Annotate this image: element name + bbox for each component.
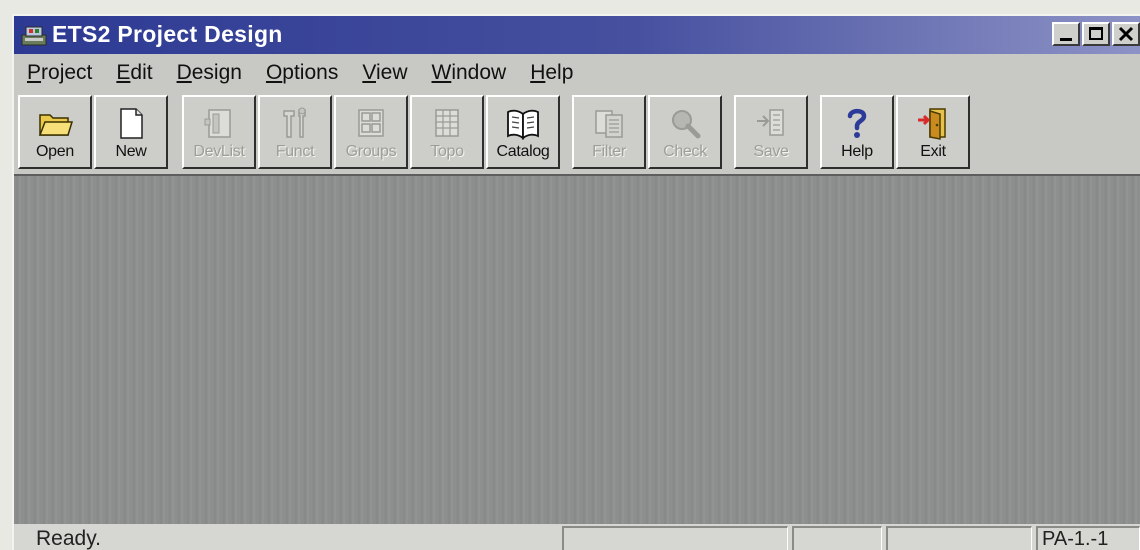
mdi-workspace[interactable] — [14, 174, 1140, 524]
magnifier-icon — [672, 110, 701, 139]
minimize-icon[interactable] — [1052, 22, 1080, 46]
menu-view[interactable]: View — [349, 61, 418, 85]
catalog-label: Catalog — [496, 143, 550, 160]
groups-label: Groups — [345, 143, 397, 160]
device-list-icon — [204, 109, 231, 138]
new-label: New — [115, 143, 147, 160]
menu-accel: H — [530, 61, 546, 84]
menu-accel: V — [362, 61, 376, 84]
help-label: Help — [841, 143, 873, 160]
exit-door-icon — [918, 108, 946, 140]
menu-bar: Project Edit Design Options View Window … — [14, 54, 1140, 92]
menu-label: esign — [191, 61, 242, 84]
menu-accel: E — [116, 61, 131, 84]
menu-edit[interactable]: Edit — [103, 61, 163, 85]
devlist-button[interactable]: DevList — [182, 95, 256, 169]
status-panel-1 — [562, 526, 788, 550]
help-icon — [847, 108, 867, 138]
menu-accel: W — [431, 61, 452, 84]
close-icon[interactable] — [1112, 22, 1140, 46]
window-title: ETS2 Project Design — [52, 21, 283, 47]
check-button[interactable]: Check — [648, 95, 722, 169]
menu-accel: D — [176, 61, 192, 84]
topo-label: Topo — [430, 143, 464, 160]
funct-button[interactable]: Funct — [258, 95, 332, 169]
new-document-icon — [120, 108, 143, 139]
save-button[interactable]: Save — [734, 95, 808, 169]
menu-project[interactable]: Project — [14, 61, 103, 85]
catalog-button[interactable]: Catalog — [486, 95, 560, 169]
save-icon — [757, 109, 784, 136]
status-bar: Ready. PA-1.-1 — [14, 524, 1140, 550]
filter-icon — [595, 110, 623, 138]
menu-help[interactable]: Help — [517, 61, 584, 85]
title-bar[interactable]: ETS2 Project Design — [14, 16, 1140, 54]
menu-label: iew — [375, 61, 408, 84]
menu-accel: P — [27, 61, 42, 84]
book-icon — [507, 109, 539, 140]
status-panel-2 — [792, 526, 882, 550]
menu-options[interactable]: Options — [253, 61, 349, 85]
app-window: ETS2 Project Design Project Edit Design … — [12, 14, 1140, 550]
topo-button[interactable]: Topo — [410, 95, 484, 169]
menu-label: ptions — [282, 61, 339, 84]
devlist-label: DevList — [193, 143, 245, 160]
filter-label: Filter — [592, 143, 626, 160]
groups-icon — [358, 109, 384, 137]
menu-label: roject — [41, 61, 93, 84]
folder-icon — [38, 114, 74, 136]
maximize-icon[interactable] — [1082, 22, 1110, 46]
window-controls — [1050, 22, 1140, 48]
tools-icon — [283, 107, 306, 138]
status-text: Ready. — [36, 527, 101, 550]
toolbar: Open New DevList Funct Groups Topo Catal… — [14, 92, 1140, 174]
status-panel-3 — [886, 526, 1032, 550]
filter-button[interactable]: Filter — [572, 95, 646, 169]
new-button[interactable]: New — [94, 95, 168, 169]
menu-label: dit — [130, 61, 153, 84]
status-panel-location: PA-1.-1 — [1036, 526, 1140, 550]
menu-label: elp — [545, 61, 574, 84]
exit-label: Exit — [920, 143, 946, 160]
funct-label: Funct — [275, 143, 315, 160]
exit-button[interactable]: Exit — [896, 95, 970, 169]
menu-window[interactable]: Window — [419, 61, 518, 85]
menu-label: indow — [451, 61, 507, 84]
check-label: Check — [663, 143, 707, 160]
app-icon — [21, 26, 47, 46]
save-label: Save — [753, 143, 789, 160]
open-button[interactable]: Open — [18, 95, 92, 169]
menu-accel: O — [265, 61, 283, 84]
help-button[interactable]: Help — [820, 95, 894, 169]
open-label: Open — [36, 143, 74, 160]
menu-design[interactable]: Design — [164, 61, 253, 85]
groups-button[interactable]: Groups — [334, 95, 408, 169]
topology-icon — [435, 109, 459, 137]
